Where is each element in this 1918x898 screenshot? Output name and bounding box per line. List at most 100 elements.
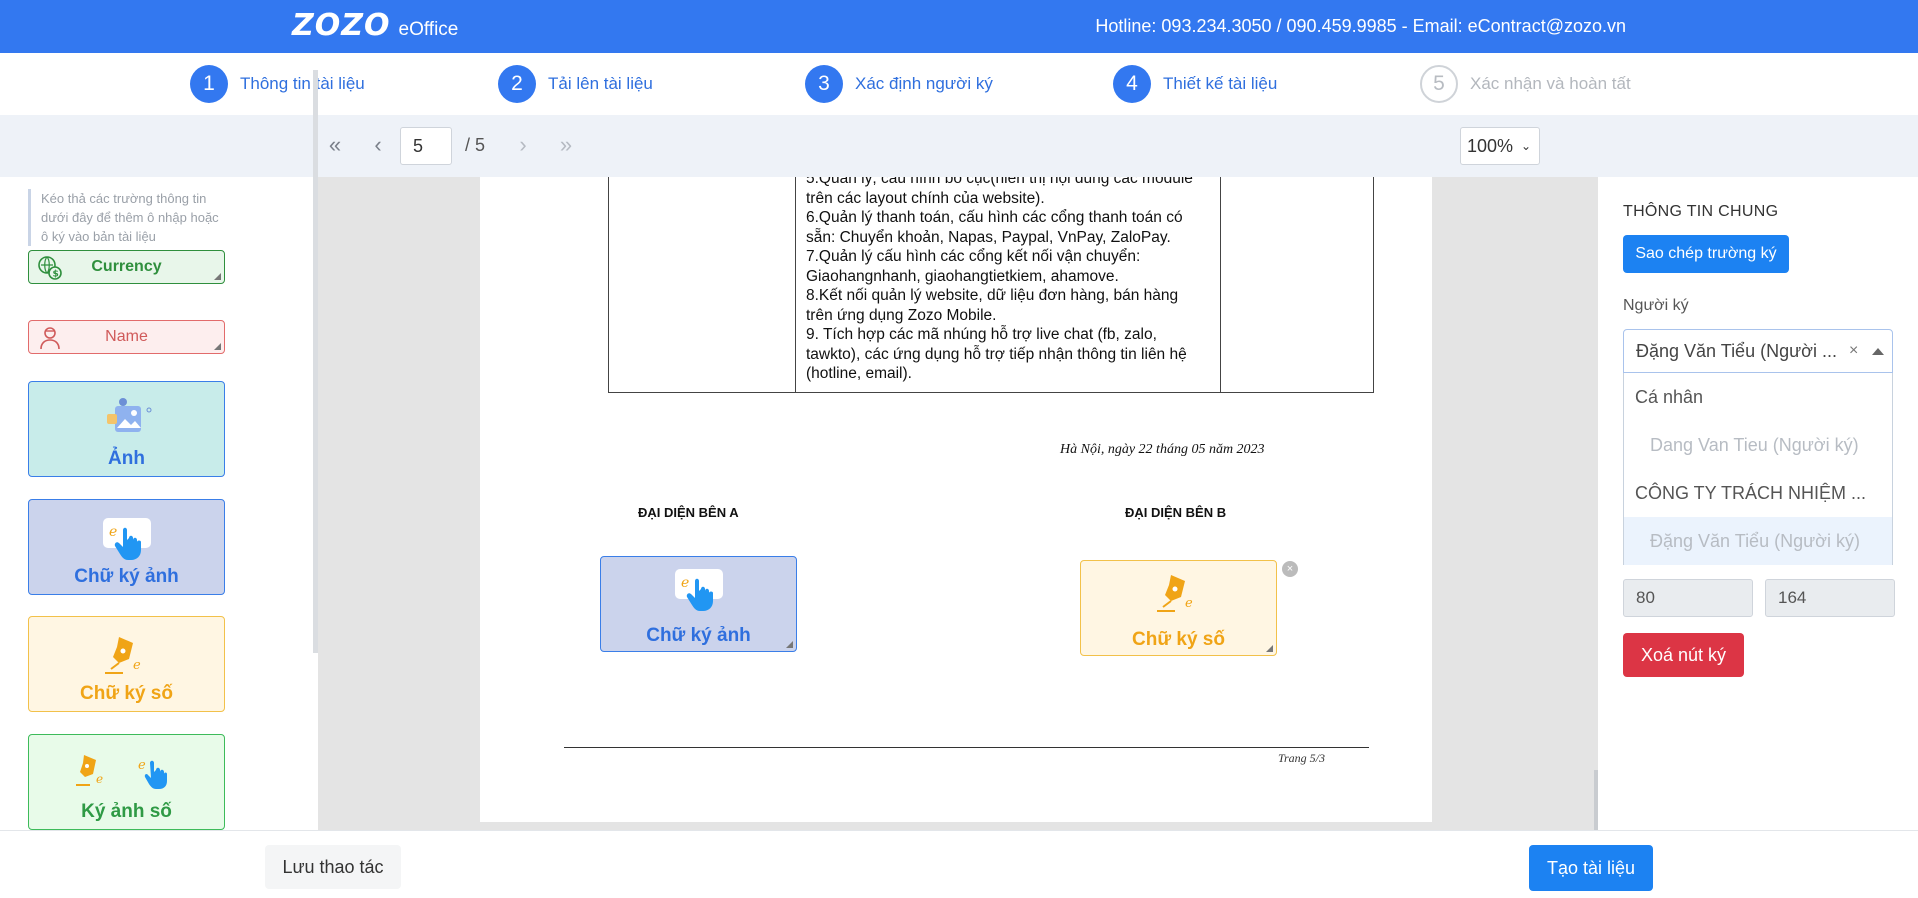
svg-text:e: e	[681, 575, 689, 591]
palette-hint: Kéo thả các trường thông tin dưới đây để…	[28, 189, 228, 246]
image-signature-label: Chữ ký ảnh	[74, 566, 179, 587]
step-number: 2	[498, 65, 536, 103]
name-label: Name	[105, 328, 148, 345]
placed-digital-signature[interactable]: e Chữ ký số	[1080, 560, 1277, 656]
doc-line: 9. Tích hợp các mã nhúng hỗ trợ live cha…	[806, 326, 1157, 343]
doc-line: 7.Quản lý cấu hình các cổng kết nối vận …	[806, 248, 1141, 265]
step-4[interactable]: 4 Thiết kế tài liệu	[1113, 65, 1277, 103]
resize-handle-icon[interactable]	[786, 641, 793, 648]
next-page-icon[interactable]: ›	[510, 134, 536, 156]
image-label: Ảnh	[108, 448, 145, 469]
step-label: Xác nhận và hoàn tất	[1470, 74, 1631, 93]
step-1[interactable]: 1 Thông tin tài liệu	[190, 65, 365, 103]
currency-label: Currency	[91, 258, 162, 275]
page-toolbar: « ‹ 5 / 5 › » 100% ⌄	[0, 115, 1918, 177]
dropdown-group-label: CÔNG TY TRÁCH NHIỆM ...	[1635, 483, 1867, 503]
logo-text: ZOZO	[292, 8, 391, 43]
step-number: 3	[805, 65, 843, 103]
step-label: Thông tin tài liệu	[240, 74, 365, 93]
table-divider	[795, 177, 796, 392]
resize-handle-icon	[214, 273, 221, 280]
first-page-icon[interactable]: «	[322, 134, 348, 156]
page-number-input[interactable]: 5	[400, 127, 452, 165]
bottom-bar: Lưu thao tác Tạo tài liệu	[0, 830, 1918, 898]
svg-text:e: e	[96, 772, 103, 786]
hand-signature-icon: e	[102, 518, 151, 560]
signer-dropdown: Cá nhân Dang Van Tieu (Người ký) CÔNG TY…	[1623, 373, 1893, 565]
position-y-field[interactable]: 164	[1765, 579, 1895, 617]
doc-line: tawkto), các ứng dụng hỗ trợ tiếp nhận t…	[806, 345, 1187, 363]
remove-field-icon[interactable]: ×	[1282, 561, 1298, 577]
placed-digital-signature-label: Chữ ký số	[1132, 629, 1225, 650]
signer-select[interactable]: Đặng Văn Tiểu (Người ... ×	[1623, 329, 1893, 373]
svg-text:e: e	[109, 524, 117, 540]
position-x-field[interactable]: 80	[1623, 579, 1753, 617]
last-page-icon[interactable]: »	[553, 134, 579, 156]
step-number: 5	[1420, 65, 1458, 103]
dropdown-group-label: Cá nhân	[1635, 387, 1704, 407]
currency-field[interactable]: $ Currency	[28, 250, 225, 284]
image-signature-field[interactable]: e Chữ ký ảnh	[28, 499, 225, 595]
document-date: Hà Nội, ngày 22 tháng 05 năm 2023	[1060, 442, 1265, 457]
pen-nib-icon: e	[1156, 575, 1193, 612]
properties-panel: THÔNG TIN CHUNG Sao chép trường ký Người…	[1598, 177, 1918, 830]
dropdown-option[interactable]: Đặng Văn Tiểu (Người ký)	[1624, 517, 1892, 565]
page-footer-number: Trang 5/3	[1278, 751, 1326, 765]
party-a-heading: ĐẠI DIỆN BÊN A	[638, 505, 739, 520]
footer-divider	[564, 747, 1369, 748]
clear-icon[interactable]: ×	[1849, 342, 1858, 360]
doc-line: trên ứng dụng Zozo Mobile.	[806, 306, 997, 324]
table-cell-text: 5.Quản lý, cấu hình bố cục(hiển thị nội …	[806, 177, 1216, 384]
step-3[interactable]: 3 Xác định người ký	[805, 65, 993, 103]
currency-icon: $	[38, 256, 62, 280]
resize-handle-icon	[214, 343, 221, 350]
image-digital-signature-field[interactable]: e e Ký ảnh số	[28, 734, 225, 830]
svg-text:e: e	[133, 658, 141, 673]
pen-and-hand-icon: e e	[75, 755, 167, 789]
placed-image-signature[interactable]: e Chữ ký ảnh	[600, 556, 797, 652]
pen-nib-icon: e	[104, 637, 141, 674]
doc-line: Giaohangnhanh, giaohangtietkiem, ahamove…	[806, 267, 1119, 285]
person-icon	[40, 327, 60, 350]
chevron-down-icon: ⌄	[1520, 139, 1531, 153]
step-2[interactable]: 2 Tải lên tài liệu	[498, 65, 653, 103]
doc-line: (hotline, email).	[806, 365, 912, 382]
hotline-info: Hotline: 093.234.3050 / 090.459.9985 - E…	[1095, 16, 1626, 36]
doc-line: 6.Quản lý thanh toán, cấu hình các cổng …	[806, 209, 1183, 226]
step-5[interactable]: 5 Xác nhận và hoàn tất	[1420, 65, 1631, 103]
save-actions-button[interactable]: Lưu thao tác	[265, 845, 401, 889]
wizard-steps: 1 Thông tin tài liệu 2 Tải lên tài liệu …	[0, 53, 1918, 115]
create-document-button[interactable]: Tạo tài liệu	[1529, 845, 1653, 891]
doc-line: sẵn: Chuyển khoản, Napas, Paypal, VnPay,…	[806, 228, 1171, 246]
caret-up-icon[interactable]	[1872, 348, 1884, 355]
digital-signature-field[interactable]: e Chữ ký số	[28, 616, 225, 712]
doc-line: trên các layout chính của website).	[806, 189, 1045, 207]
document-page: 5.Quản lý, cấu hình bố cục(hiển thị nội …	[480, 177, 1432, 822]
step-label: Thiết kế tài liệu	[1163, 74, 1278, 93]
field-palette: Kéo thả các trường thông tin dưới đây để…	[0, 177, 318, 830]
resize-handle-icon[interactable]	[1266, 645, 1273, 652]
digital-signature-label: Chữ ký số	[80, 683, 173, 704]
top-header: ZOZO eOffice Hotline: 093.234.3050 / 090…	[0, 0, 1918, 53]
name-field[interactable]: Name	[28, 320, 225, 354]
step-number: 1	[190, 65, 228, 103]
document-table: 5.Quản lý, cấu hình bố cục(hiển thị nội …	[608, 177, 1374, 393]
svg-text:e: e	[1185, 596, 1193, 611]
party-b-heading: ĐẠI DIỆN BÊN B	[1125, 505, 1227, 520]
copy-signature-field-button[interactable]: Sao chép trường ký	[1623, 235, 1789, 273]
zozo-logo[interactable]: ZOZO eOffice	[292, 8, 458, 43]
delete-signature-button[interactable]: Xoá nút ký	[1623, 633, 1744, 677]
svg-text:$: $	[53, 270, 59, 280]
dropdown-option[interactable]: Dang Van Tieu (Người ký)	[1624, 421, 1892, 469]
zoom-select[interactable]: 100% ⌄	[1460, 127, 1540, 165]
image-field[interactable]: Ảnh	[28, 381, 225, 477]
doc-line: 5.Quản lý, cấu hình bố cục(hiển thị nội …	[806, 177, 1193, 187]
panel-title: THÔNG TIN CHUNG	[1623, 203, 1779, 220]
image-icon	[106, 398, 151, 432]
step-number: 4	[1113, 65, 1151, 103]
hand-signature-icon: e	[674, 569, 723, 611]
signer-label: Người ký	[1623, 297, 1689, 314]
page-total: / 5	[465, 135, 486, 155]
step-label: Xác định người ký	[855, 74, 993, 93]
prev-page-icon[interactable]: ‹	[365, 134, 391, 156]
